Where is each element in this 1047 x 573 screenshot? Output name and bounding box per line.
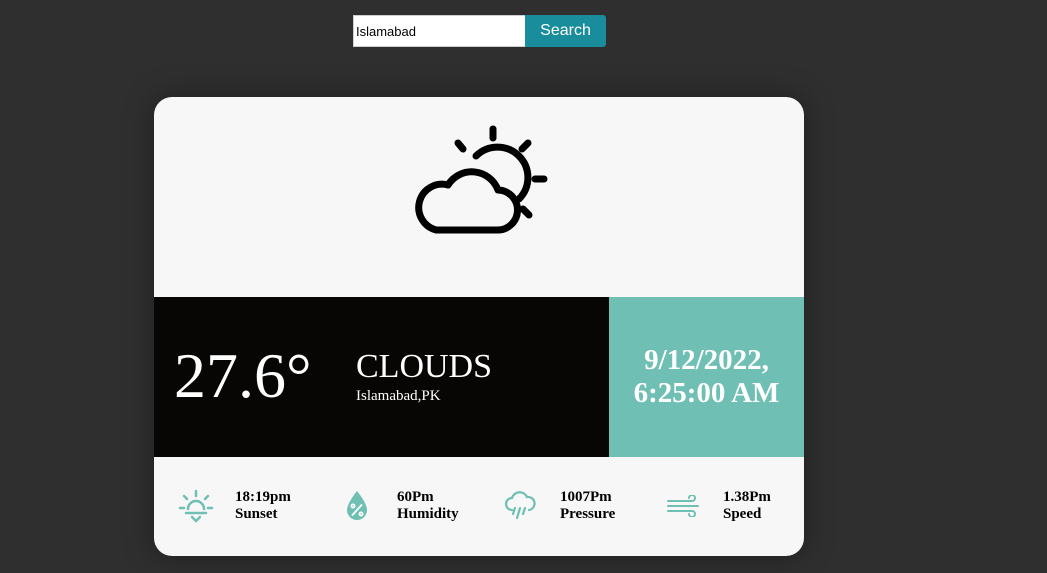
sunset-icon [178, 489, 214, 523]
search-input[interactable] [353, 15, 525, 47]
pressure-label: Pressure [560, 506, 616, 522]
date-panel: 9/12/2022, 6:25:00 AM [609, 297, 804, 457]
humidity-value: 60Pm [397, 489, 434, 505]
stat-pressure: 1007Pm Pressure [504, 457, 644, 556]
speed-label: Speed [723, 506, 762, 522]
sunset-label: Sunset [235, 506, 278, 522]
temperature: 27.6° [174, 340, 312, 411]
wind-icon [667, 495, 699, 517]
weather-icon-area [154, 97, 804, 297]
humidity-icon [347, 491, 367, 520]
search-bar: Search [353, 15, 606, 47]
partly-cloudy-icon [415, 125, 548, 234]
stat-sunset: 18:19pm Sunset [178, 457, 318, 556]
pressure-icon [504, 491, 536, 520]
date: 9/12/2022, [644, 344, 769, 376]
weather-summary-band: 27.6° CLOUDS Islamabad,PK 9/12/2022, 6:2… [154, 297, 804, 457]
sunset-value: 18:19pm [235, 489, 291, 505]
search-button[interactable]: Search [525, 15, 606, 47]
weather-card: 27.6° CLOUDS Islamabad,PK 9/12/2022, 6:2… [154, 97, 804, 556]
stat-speed: 1.38Pm Speed [666, 457, 804, 556]
time: 6:25:00 AM [633, 377, 780, 409]
weather-condition: CLOUDS [356, 348, 493, 385]
temperature-panel: 27.6° CLOUDS Islamabad,PK [154, 297, 609, 457]
location: Islamabad,PK [356, 388, 441, 404]
stat-humidity: 60Pm Humidity [344, 457, 484, 556]
weather-stats: 18:19pm Sunset 60Pm Humidity 1007Pm Pres… [154, 457, 804, 556]
speed-value: 1.38Pm [723, 489, 771, 505]
pressure-value: 1007Pm [560, 489, 612, 505]
humidity-label: Humidity [397, 506, 459, 522]
